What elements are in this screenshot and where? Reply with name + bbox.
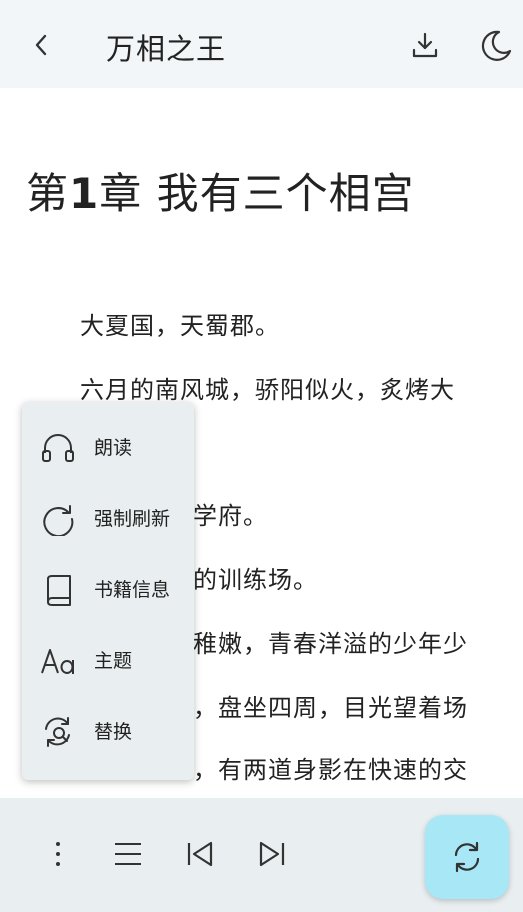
back-button[interactable] bbox=[26, 30, 56, 60]
more-button[interactable] bbox=[40, 834, 76, 874]
headphones-icon bbox=[40, 430, 76, 466]
paragraph: ，有两道身影在快速的交 bbox=[193, 756, 468, 784]
chapter-prefix: 第 bbox=[26, 169, 70, 218]
menu-item-book-info[interactable]: 书籍信息 bbox=[22, 558, 194, 618]
menu-item-read-aloud[interactable]: 朗读 bbox=[22, 416, 194, 476]
menu-item-label: 强制刷新 bbox=[94, 507, 171, 530]
sync-fab-button[interactable] bbox=[425, 815, 509, 899]
download-icon bbox=[412, 32, 438, 58]
menu-item-theme[interactable]: 主题 bbox=[22, 629, 194, 689]
list-icon bbox=[115, 843, 141, 865]
menu-item-label: 替换 bbox=[94, 720, 133, 743]
moon-icon bbox=[481, 30, 512, 61]
book-icon bbox=[40, 572, 76, 608]
popup-menu: 朗读 强制刷新 书籍信息 主题 替换 bbox=[22, 402, 194, 780]
paragraph: 学府。 bbox=[193, 502, 268, 530]
night-mode-button[interactable] bbox=[478, 28, 514, 64]
more-vertical-icon bbox=[56, 842, 60, 866]
download-button[interactable] bbox=[408, 28, 442, 62]
menu-item-force-refresh[interactable]: 强制刷新 bbox=[22, 487, 194, 547]
font-icon bbox=[40, 643, 76, 679]
paragraph: ，盘坐四周，目光望着场 bbox=[193, 694, 468, 722]
sync-icon bbox=[454, 841, 480, 873]
menu-item-label: 朗读 bbox=[94, 436, 133, 459]
menu-item-label: 书籍信息 bbox=[94, 578, 171, 601]
next-chapter-button[interactable] bbox=[254, 834, 290, 874]
paragraph: 大夏国，天蜀郡。 bbox=[80, 312, 280, 340]
replace-icon bbox=[40, 714, 76, 750]
top-app-bar: 万相之王 bbox=[0, 0, 523, 88]
chapter-suffix: 章 bbox=[99, 169, 143, 218]
skip-next-icon bbox=[259, 841, 285, 867]
chapter-name: 我有三个相宫 bbox=[156, 169, 415, 218]
skip-previous-icon bbox=[187, 841, 213, 867]
chapter-title: 第1章 我有三个相宫 bbox=[26, 160, 415, 221]
chapter-list-button[interactable] bbox=[110, 834, 146, 874]
back-arrow-icon bbox=[35, 34, 47, 56]
menu-item-replace[interactable]: 替换 bbox=[22, 700, 194, 760]
previous-chapter-button[interactable] bbox=[182, 834, 218, 874]
book-title: 万相之王 bbox=[106, 32, 227, 66]
paragraph: 的训练场。 bbox=[193, 566, 318, 594]
paragraph: 六月的南风城，骄阳似火，炙烤大 bbox=[80, 376, 455, 404]
menu-item-label: 主题 bbox=[94, 649, 133, 672]
chapter-number: 1 bbox=[69, 169, 100, 218]
refresh-icon bbox=[40, 501, 76, 537]
paragraph: 稚嫩，青春洋溢的少年少 bbox=[193, 630, 468, 658]
